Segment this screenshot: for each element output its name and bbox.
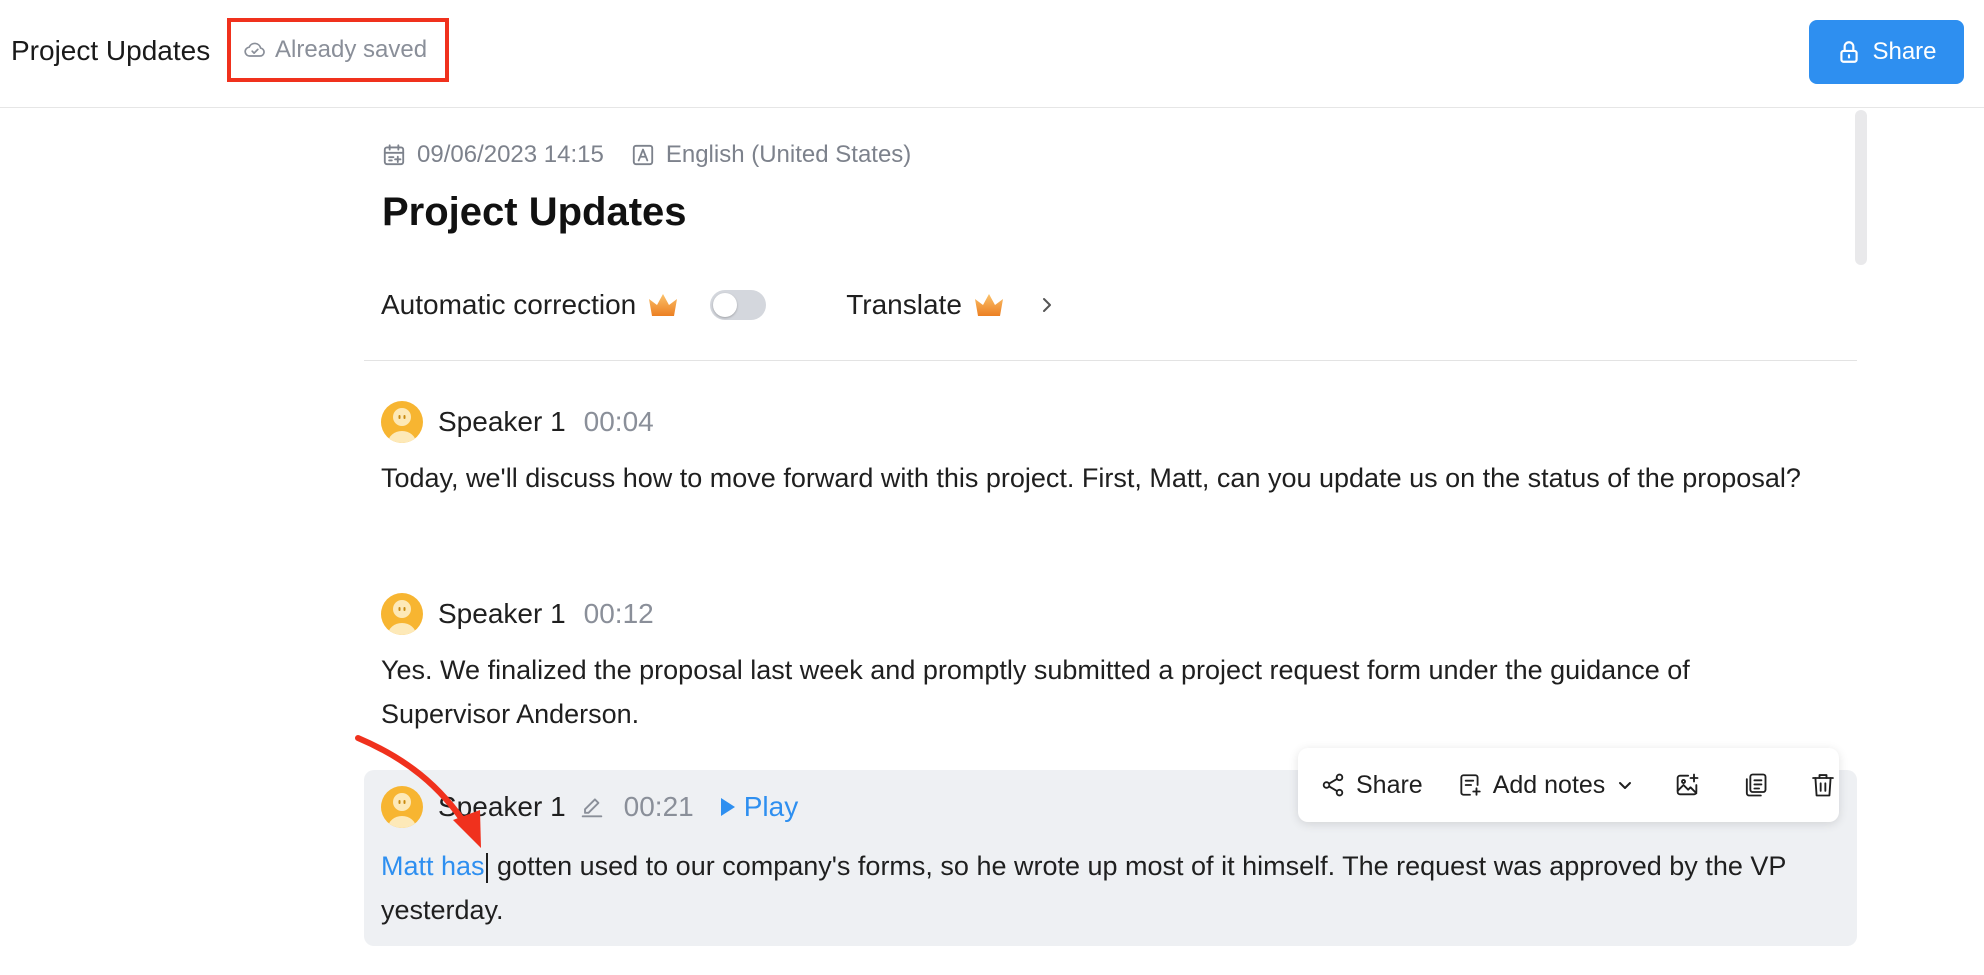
options-row: Automatic correction Translate [381,284,1056,326]
chevron-right-icon [1038,293,1056,317]
meta-language-text: English (United States) [665,141,912,168]
segment-timestamp[interactable]: 00:21 [624,791,694,823]
save-status-text: Already saved [275,36,428,63]
avatar-icon[interactable] [381,593,423,635]
speaker-name[interactable]: Speaker 1 [438,598,566,630]
crown-icon [646,290,680,320]
copy-icon[interactable] [1741,771,1769,799]
chevron-down-icon [1615,775,1635,795]
segment-header: Speaker 1 00:12 [381,592,654,636]
segment-text[interactable]: Matt has gotten used to our company's fo… [381,844,1821,932]
transcript-segment[interactable]: Speaker 1 00:12 Yes. We finalized the pr… [364,580,1857,750]
document-name[interactable]: Project Updates [11,35,210,67]
segment-header: Speaker 1 00:04 [381,400,654,444]
crown-icon [972,290,1006,320]
speaker-name[interactable]: Speaker 1 [438,791,566,823]
translate-option[interactable]: Translate [846,289,1056,321]
share-button[interactable]: Share [1809,20,1964,84]
divider [364,360,1857,361]
scrollbar[interactable] [1855,110,1867,265]
segment-timestamp[interactable]: 00:04 [584,406,654,438]
auto-correction-toggle[interactable] [710,290,767,320]
save-status-annotated: Already saved [227,18,449,82]
language-icon [630,142,656,168]
meta-language[interactable]: English (United States) [630,141,911,169]
add-notes-label: Add notes [1492,770,1606,799]
page-title[interactable]: Project Updates [382,190,687,235]
play-label: Play [743,791,799,822]
auto-correction-option: Automatic correction [381,289,680,321]
lock-icon [1836,39,1862,65]
trash-icon[interactable] [1809,771,1837,799]
segment-timestamp[interactable]: 00:12 [584,598,654,630]
pencil-icon[interactable] [578,793,606,821]
toolbar-share-label: Share [1356,770,1423,799]
segment-text[interactable]: Today, we'll discuss how to move forward… [381,456,1821,500]
avatar-icon[interactable] [381,401,423,443]
avatar-icon[interactable] [381,786,423,828]
add-notes-button[interactable]: Add notes [1457,771,1636,800]
toolbar-share-button[interactable]: Share [1320,771,1423,800]
play-button[interactable]: Play [720,791,798,823]
segment-text[interactable]: Yes. We finalized the proposal last week… [381,648,1821,736]
text-cursor [485,852,488,883]
meta-row: 09/06/2023 14:15 English (United States) [381,141,937,169]
segment-toolbar: Share Add notes [1298,748,1839,822]
auto-correction-label: Automatic correction [381,289,637,320]
segment-text-rest[interactable]: gotten used to our company's forms, so h… [381,851,1786,925]
cloud-check-icon [243,38,267,62]
speaker-name[interactable]: Speaker 1 [438,406,566,438]
meta-datetime: 09/06/2023 14:15 [381,141,604,169]
image-icon[interactable] [1673,771,1701,799]
translate-label: Translate [846,289,962,320]
top-bar: Project Updates Already saved Share [0,0,1984,108]
highlighted-text[interactable]: Matt has [381,851,485,881]
toggle-knob [713,293,738,317]
meta-datetime-text: 09/06/2023 14:15 [417,141,604,168]
transcript-segment[interactable]: Speaker 1 00:04 Today, we'll discuss how… [364,388,1857,558]
segment-header: Speaker 1 00:21 Play [381,785,798,829]
play-icon [720,797,736,817]
share-nodes-icon [1320,772,1346,798]
calendar-icon [381,142,407,168]
add-notes-icon [1457,772,1483,798]
share-button-label: Share [1872,38,1937,65]
